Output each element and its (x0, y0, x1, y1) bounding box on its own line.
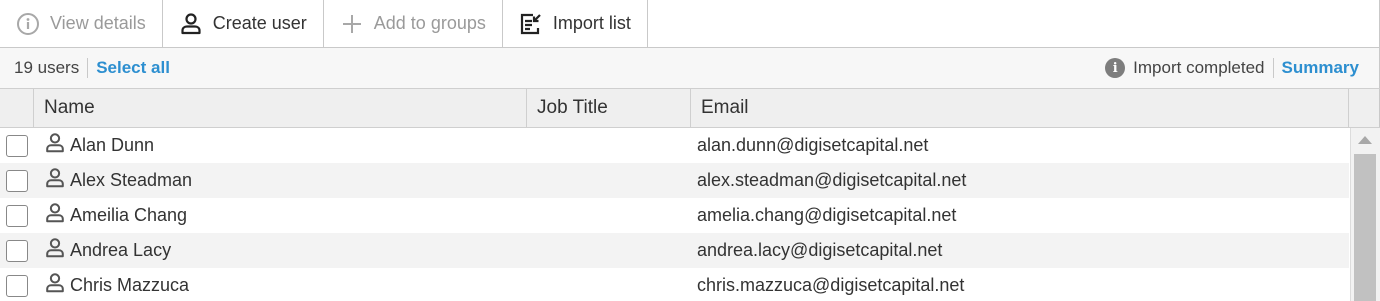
user-name: Chris Mazzuca (70, 275, 190, 295)
user-icon (44, 132, 66, 159)
row-checkbox[interactable] (6, 134, 28, 157)
user-email: amelia.chang@digisetcapital.net (697, 205, 957, 225)
import-status: i Import completed (1105, 58, 1274, 78)
toolbar: View details Create user Add to groups I… (0, 0, 1380, 48)
header-checkbox-column (0, 89, 34, 127)
table-row[interactable]: Ameilia Chang amelia.chang@digisetcapita… (0, 198, 1349, 233)
user-icon (44, 202, 66, 229)
user-icon (44, 237, 66, 264)
view-details-label: View details (50, 13, 146, 33)
user-email: chris.mazzuca@digisetcapital.net (697, 275, 965, 295)
info-icon: i (1105, 58, 1126, 78)
row-checkbox[interactable] (6, 274, 28, 297)
view-details-button[interactable]: View details (0, 0, 163, 47)
toolbar-filler (647, 0, 1380, 47)
summary-link[interactable]: Summary (1274, 58, 1359, 78)
user-name: Alan Dunn (70, 135, 155, 155)
info-circle-icon (16, 12, 40, 36)
create-user-label: Create user (212, 13, 307, 33)
table-row[interactable]: Chris Mazzuca chris.mazzuca@digisetcapit… (0, 268, 1349, 301)
row-checkbox[interactable] (6, 204, 28, 227)
table-row[interactable]: Alex Steadman alex.steadman@digisetcapit… (0, 163, 1349, 198)
user-email: andrea.lacy@digisetcapital.net (697, 240, 943, 260)
row-checkbox[interactable] (6, 239, 28, 262)
user-table-body: Alan Dunn alan.dunn@digisetcapital.net A… (0, 128, 1349, 301)
add-to-groups-label: Add to groups (373, 13, 486, 33)
select-all-link[interactable]: Select all (88, 58, 170, 78)
row-checkbox[interactable] (6, 169, 28, 192)
column-header-job-title[interactable]: Job Title (527, 89, 691, 127)
user-name: Ameilia Chang (70, 205, 188, 225)
import-list-button[interactable]: Import list (502, 0, 648, 47)
scroll-up-arrow-icon[interactable] (1358, 136, 1372, 144)
table-row[interactable]: Andrea Lacy andrea.lacy@digisetcapital.n… (0, 233, 1349, 268)
user-email: alex.steadman@digisetcapital.net (697, 170, 967, 190)
user-icon (179, 12, 203, 36)
user-icon (44, 272, 66, 299)
import-list-label: Import list (552, 13, 631, 33)
create-user-button[interactable]: Create user (162, 0, 324, 47)
user-name: Alex Steadman (70, 170, 193, 190)
import-list-icon (519, 12, 543, 36)
table-header: Name Job Title Email (0, 88, 1380, 128)
column-header-name[interactable]: Name (34, 89, 527, 127)
user-count: 19 users (14, 58, 89, 78)
import-status-text: Import completed (1133, 58, 1265, 77)
plus-icon (340, 12, 364, 36)
vertical-scrollbar[interactable] (1350, 128, 1380, 301)
header-scroll-spacer (1349, 89, 1380, 127)
user-email: alan.dunn@digisetcapital.net (697, 135, 929, 155)
user-name: Andrea Lacy (70, 240, 172, 260)
add-to-groups-button[interactable]: Add to groups (323, 0, 503, 47)
column-header-email[interactable]: Email (691, 89, 1349, 127)
status-bar: 19 users Select all i Import completed S… (0, 48, 1380, 88)
table-row[interactable]: Alan Dunn alan.dunn@digisetcapital.net (0, 128, 1349, 163)
scroll-thumb[interactable] (1354, 154, 1376, 301)
user-icon (44, 167, 66, 194)
